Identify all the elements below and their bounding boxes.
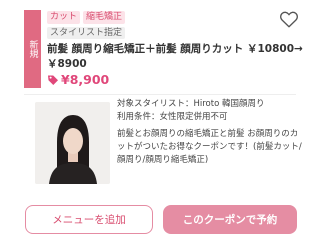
book-with-coupon-button[interactable]: このクーポンで予約 — [163, 205, 297, 234]
description-line: ットがついたお得なクーポンです！(前髪カット/ — [117, 142, 302, 152]
heart-icon[interactable] — [279, 10, 299, 28]
coupon-description: 前髪とお顔周りの縮毛矯正と前髪 お顔周りのカ ットがついたお得なクーポンです！(… — [117, 128, 302, 167]
coupon-title-line: ￥8900 — [47, 58, 87, 70]
tag-cut: カット — [47, 11, 81, 24]
price: ¥8,900 — [47, 72, 109, 87]
new-customer-ribbon: 新規 — [24, 10, 41, 88]
description-line: 顔周り/顔周り縮毛矯正) — [117, 155, 209, 165]
target-stylist: 対象スタイリスト：Hiroto 韓国顔周り — [117, 99, 265, 109]
stylist-designation-tag: スタイリスト指定 — [47, 27, 126, 39]
usage-conditions: 利用条件：女性限定併用不可 — [117, 111, 228, 122]
portrait-image — [35, 102, 110, 184]
coupon-info: 対象スタイリスト：Hiroto 韓国顔周り 利用条件：女性限定併用不可 — [117, 98, 297, 123]
coupon-title-line: 前髪 顔周り縮毛矯正＋前髪 顔周りカット ￥10800→ — [47, 43, 303, 55]
price-value: ¥8,900 — [61, 72, 110, 87]
category-tags: カット 縮毛矯正 — [47, 11, 126, 24]
description-line: 前髪とお顔周りの縮毛矯正と前髪 お顔周りのカ — [117, 129, 299, 139]
add-menu-button[interactable]: メニューを追加 — [25, 205, 153, 234]
tag-straightening: 縮毛矯正 — [83, 11, 126, 24]
price-tag-icon — [48, 75, 58, 85]
coupon-title: 前髪 顔周り縮毛矯正＋前髪 顔周りカット ￥10800→ ￥8900 — [47, 42, 303, 72]
stylist-photo — [35, 102, 110, 184]
divider — [24, 94, 296, 95]
price-number: 8,900 — [69, 72, 110, 87]
coupon-card: 新規 カット 縮毛矯正 スタイリスト指定 前髪 顔周り縮毛矯正＋前髪 顔周りカッ… — [0, 0, 320, 243]
